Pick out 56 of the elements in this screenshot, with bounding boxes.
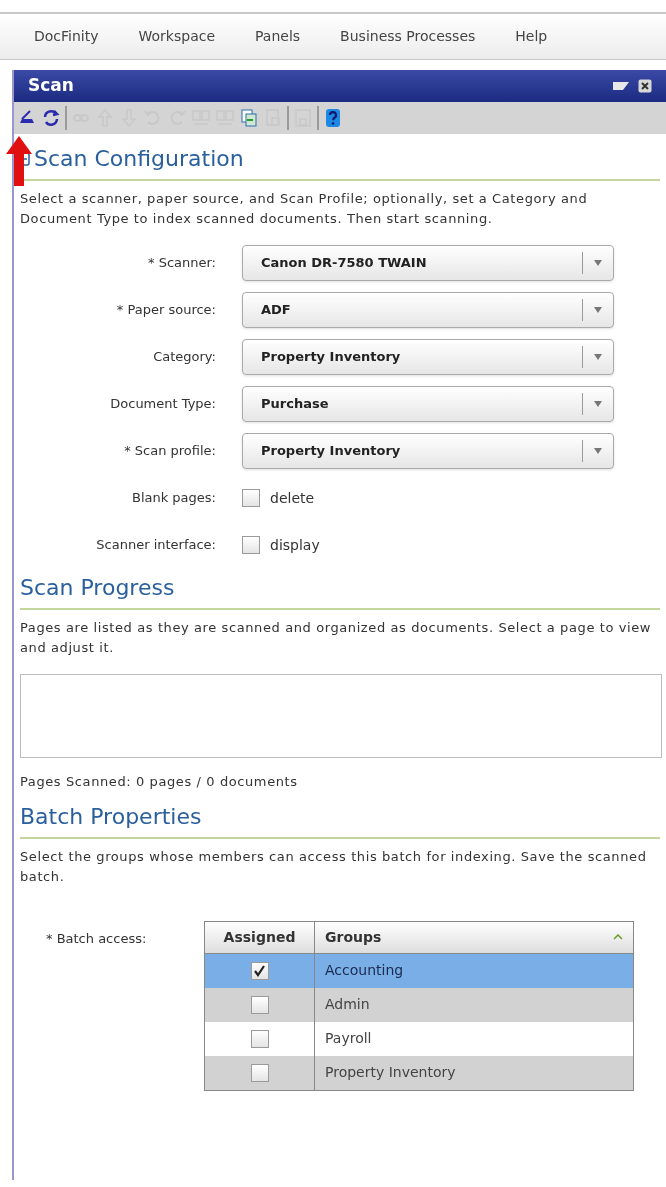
column-header[interactable]: Groups [315,921,633,953]
dropdown-arrow-icon [594,401,602,407]
column-header[interactable]: Assigned [205,921,315,953]
menu-item[interactable]: Panels [255,26,301,47]
checkbox[interactable] [250,1063,269,1082]
group-name: Payroll [324,1029,373,1048]
pages-scanned-count: Pages Scanned: 0 pages / 0 documents [20,773,299,791]
section-title: Scan Configuration [34,145,244,173]
section-title: Batch Properties [20,802,202,831]
sort-ascending-icon [613,934,623,940]
help-icon[interactable] [323,108,343,128]
panel-title: Scan [28,74,74,98]
field-label: * Scanner: [147,254,217,273]
description: Select a scanner, paper source, and Scan Profile; optionally, set a Category and Document Type to index scanned documents. Then start scanning. [20,190,589,228]
select-field[interactable]: Property Inventory [242,433,614,469]
section-title: Scan Progress [20,574,175,602]
select-field[interactable]: Purchase [242,386,614,422]
field-label: * Batch access: [45,929,148,948]
collapse-icon[interactable] [612,80,630,92]
checkbox[interactable] [250,961,269,980]
select-field[interactable]: Canon DR-7580 TWAIN [242,245,614,281]
menu-item[interactable]: Help [515,26,548,47]
checkbox[interactable] [242,489,260,507]
field-label: Category: [152,348,217,367]
dropdown-arrow-icon [594,260,602,266]
field-label: * Scan profile: [123,442,217,461]
field-label: Document Type: [109,395,217,414]
menu-item[interactable]: Business Processes [340,26,476,47]
table-row[interactable]: Accounting [205,953,633,988]
menu-item[interactable]: DocFinity [34,26,99,47]
copy-icon[interactable] [239,108,259,128]
close-icon[interactable] [638,79,652,93]
description: Select the groups whose members can access this batch for indexing. Save the scanned batch. [20,847,648,886]
field-label: * Paper source: [115,301,217,320]
group-name: Property Inventory [324,1063,457,1082]
arrow-annotation [6,136,32,186]
select-field[interactable]: Property Inventory [242,339,614,375]
dropdown-arrow-icon [594,307,602,313]
checkmark-icon [253,964,266,977]
group-name: Admin [324,995,371,1014]
group-name: Accounting [324,961,405,980]
refresh-icon[interactable] [41,108,61,128]
description: Pages are listed as they are scanned and organized as documents. Select a page to view and adjust it. [20,619,653,657]
checkbox[interactable] [250,995,269,1014]
checkbox[interactable] [250,1029,269,1048]
field-label: Blank pages: [130,489,217,508]
select-field[interactable]: ADF [242,292,614,328]
checkbox[interactable] [242,536,260,554]
table-row[interactable]: Property Inventory [205,1055,633,1090]
field-label: Scanner interface: [95,536,217,555]
table-row[interactable]: Admin [205,987,633,1022]
dropdown-arrow-icon [594,448,602,454]
checkbox-label: delete [270,488,315,508]
checkbox-label: display [270,535,320,555]
menu-item[interactable]: Workspace [138,26,216,47]
dropdown-arrow-icon [594,354,602,360]
